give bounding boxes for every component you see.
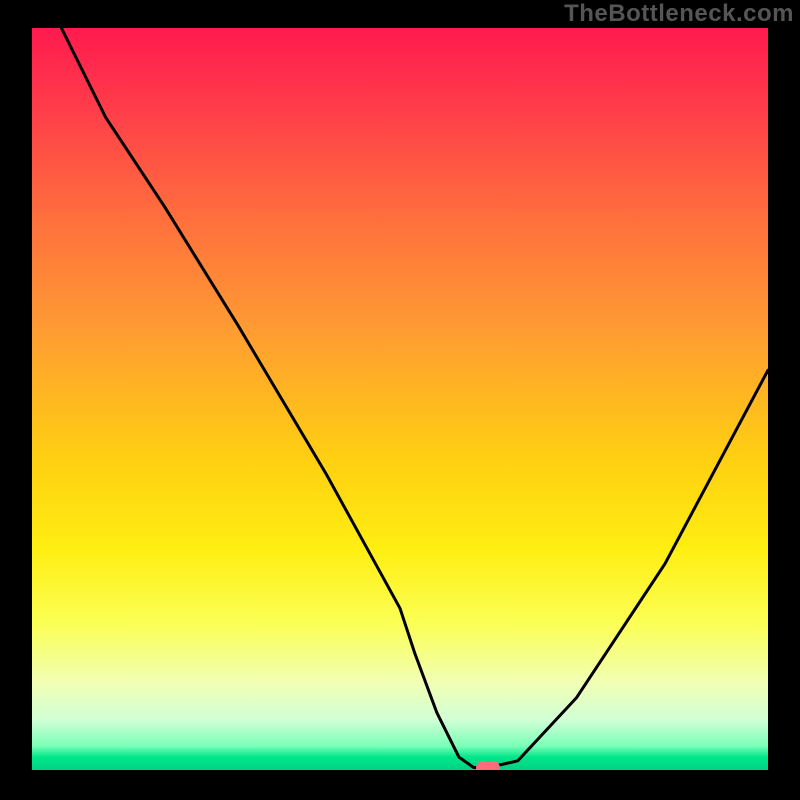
chart-frame: TheBottleneck.com xyxy=(0,0,800,800)
bottleneck-curve xyxy=(32,28,768,772)
plot-area xyxy=(32,28,768,772)
curve-path xyxy=(61,28,768,768)
watermark-text: TheBottleneck.com xyxy=(564,0,794,28)
axis-floor xyxy=(32,770,768,772)
